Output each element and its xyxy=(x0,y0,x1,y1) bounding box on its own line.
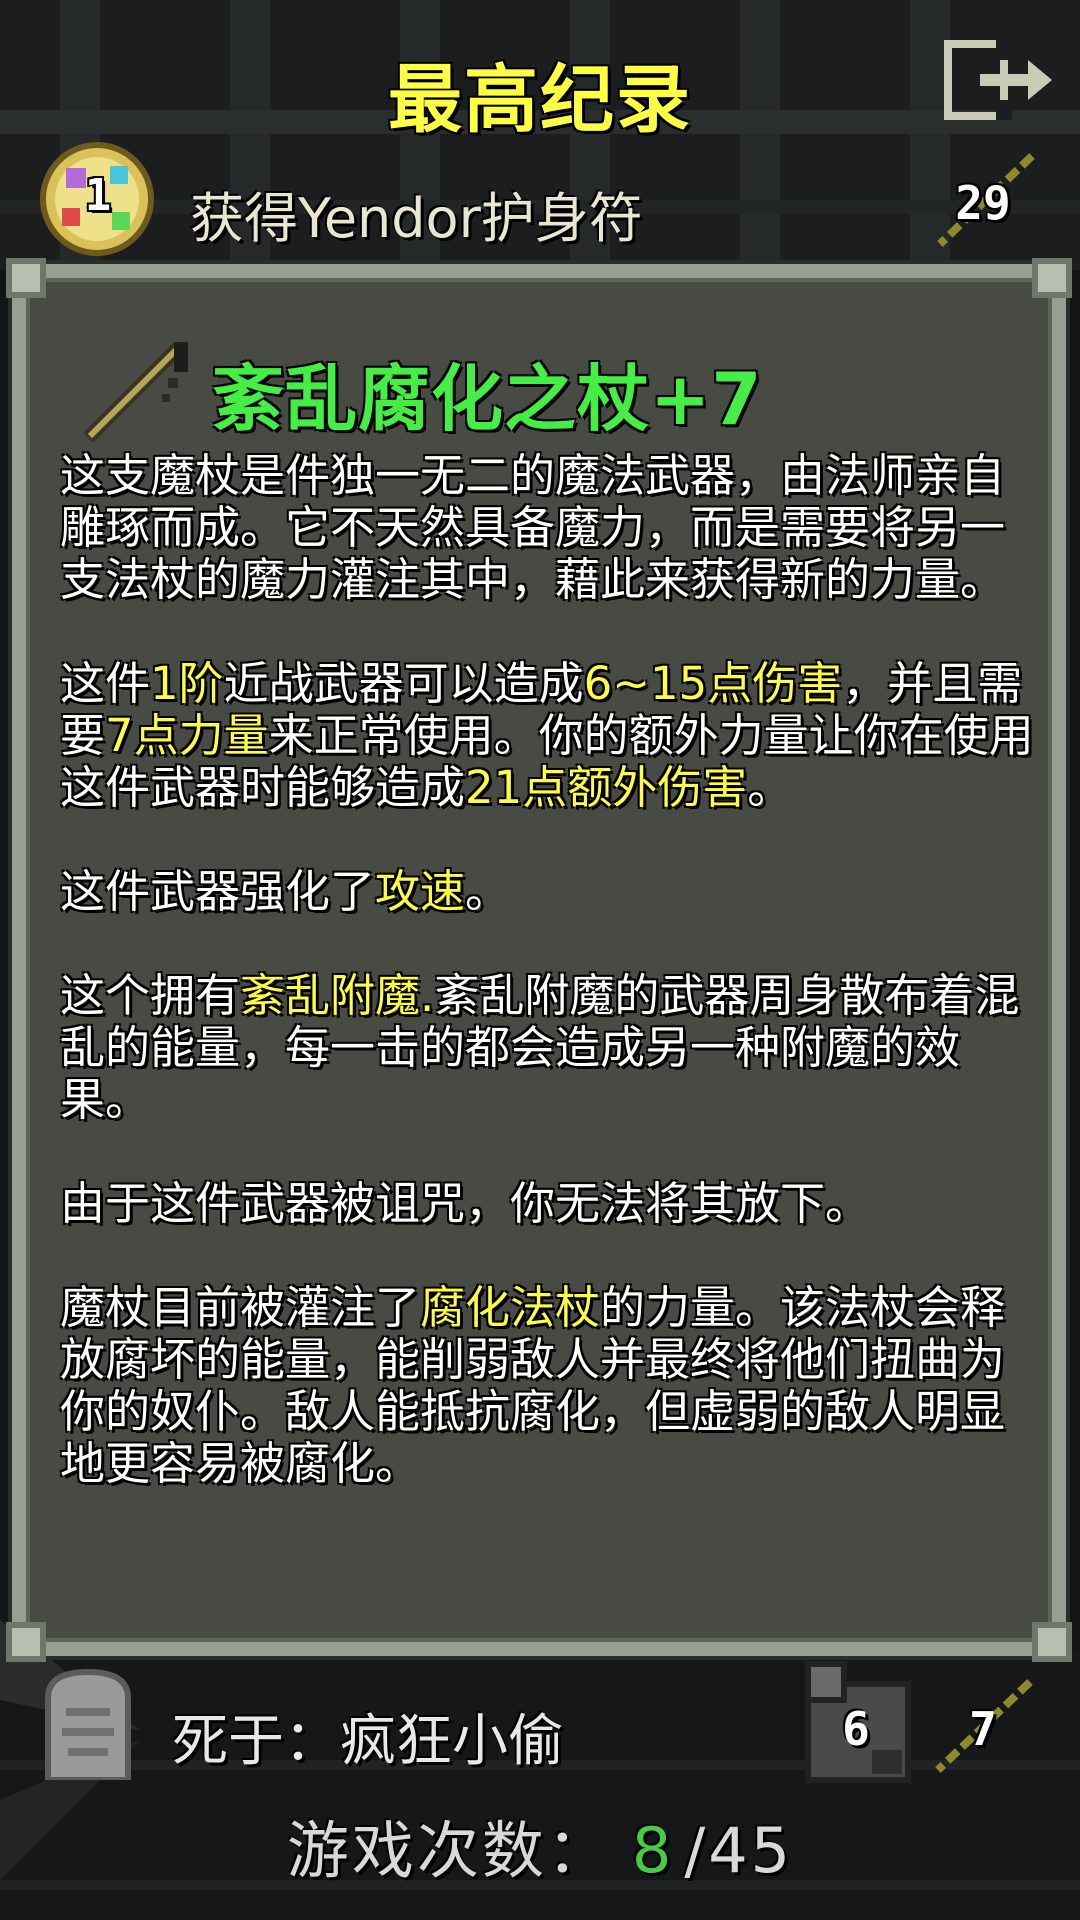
description-paragraph: 这件武器强化了攻速。 xyxy=(60,866,1040,918)
description-paragraph: 这支魔杖是件独一无二的魔法武器，由法师亲自雕琢而成。它不天然具备魔力，而是需要将… xyxy=(60,450,1040,606)
description-paragraph: 这个拥有紊乱附魔.紊乱附魔的武器周身散布着混乱的能量，每一击的都会造成另一种附魔… xyxy=(60,970,1040,1126)
item-description: 这支魔杖是件独一无二的魔法武器，由法师亲自雕琢而成。它不天然具备魔力，而是需要将… xyxy=(60,450,1040,1542)
description-text: 魔杖目前被灌注了 xyxy=(60,1281,421,1334)
description-paragraph: 这件1阶近战武器可以造成6~15点伤害，并且需要7点力量来正常使用。你的额外力量… xyxy=(60,658,1040,814)
description-text: 这件 xyxy=(60,657,151,710)
death-label: 死于： xyxy=(172,1709,340,1774)
description-paragraph: 魔杖目前被灌注了腐化法杖的力量。该法杖会释放腐坏的能量，能削弱敌人并最终将他们扭… xyxy=(60,1282,1040,1490)
death-depth: 7 xyxy=(969,1702,997,1756)
highlight-text: 攻速 xyxy=(375,865,466,918)
description-text: 这件武器强化了 xyxy=(60,865,376,918)
description-text: 由于这件武器被诅咒，你无法将其放下。 xyxy=(60,1177,871,1230)
highlight-text: 1阶 xyxy=(150,657,224,710)
games-total: /45 xyxy=(684,1814,794,1887)
rank-number: 1 xyxy=(84,170,112,221)
panel-corner xyxy=(6,1622,46,1662)
description-text: 这支魔杖是件独一无二的魔法武器，由法师亲自雕琢而成。它不天然具备魔力，而是需要将… xyxy=(60,449,1006,606)
death-cause: 死于：疯狂小偷 xyxy=(172,1696,564,1777)
magic-staff-icon xyxy=(78,338,198,448)
highlight-text: 6~15点伤害 xyxy=(583,657,843,710)
games-label: 游戏次数： xyxy=(286,1814,612,1887)
record-depth: 29 xyxy=(955,176,1011,230)
screen-title: 最高纪录 xyxy=(388,57,692,143)
panel-corner xyxy=(6,258,46,298)
exit-door-icon xyxy=(944,40,1052,120)
description-paragraph: 由于这件武器被诅咒，你无法将其放下。 xyxy=(60,1178,1040,1230)
highlight-text: 7点力量 xyxy=(105,709,269,762)
description-text: 这个拥有 xyxy=(60,969,241,1022)
games-won: 8 xyxy=(631,1814,675,1887)
killer-name: 疯狂小偷 xyxy=(340,1709,564,1774)
item-info-panel: 紊乱腐化之杖+7 这支魔杖是件独一无二的魔法武器，由法师亲自雕琢而成。它不天然具… xyxy=(6,258,1072,1662)
games-played: 游戏次数： 8/45 xyxy=(0,1800,1080,1890)
hero-level: 6 xyxy=(842,1702,870,1756)
panel-corner xyxy=(1032,1622,1072,1662)
description-text: 近战武器可以造成 xyxy=(223,657,584,710)
exit-button[interactable] xyxy=(944,40,1056,120)
tombstone-icon xyxy=(38,1668,138,1783)
highlight-text: 腐化法杖 xyxy=(420,1281,601,1334)
record-description: 获得Yendor护身符 xyxy=(190,187,643,250)
highlight-text: 21点额外伤害 xyxy=(465,761,748,814)
item-name: 紊乱腐化之杖+7 xyxy=(212,357,763,441)
description-text: 。 xyxy=(747,761,793,814)
highlight-text: 紊乱附魔. xyxy=(240,969,435,1022)
panel-corner xyxy=(1032,258,1072,298)
description-text: 。 xyxy=(465,865,511,918)
